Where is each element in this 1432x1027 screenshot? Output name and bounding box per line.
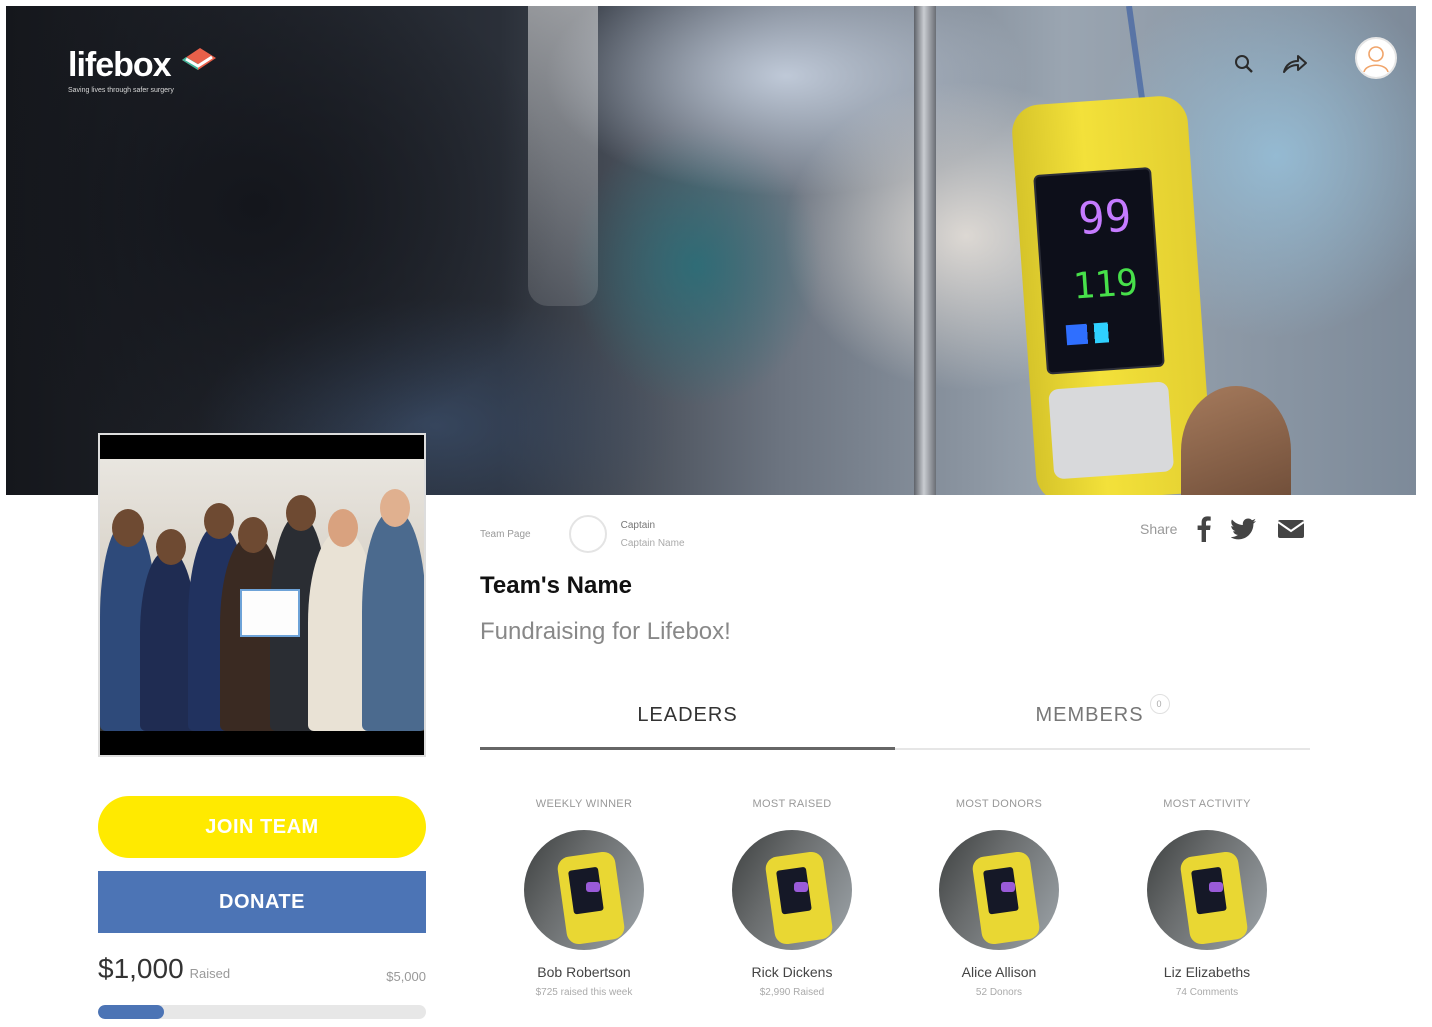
leader-card-most-raised[interactable]: MOST RAISED Rick Dickens $2,990 Raised: [688, 798, 896, 998]
hero-banner: 99 119 lifebox Saving lives through safe…: [6, 6, 1416, 495]
team-page-label: Team Page: [480, 528, 531, 540]
leader-avatar[interactable]: [939, 830, 1059, 950]
leader-avatar-screen: [794, 882, 808, 892]
captain-info: Captain Captain Name: [621, 520, 685, 549]
tab-members-label: MEMBERS: [1035, 704, 1144, 726]
leader-category: MOST RAISED: [752, 798, 832, 810]
twitter-icon[interactable]: [1231, 518, 1257, 540]
oximeter-keypad: [1048, 381, 1175, 480]
progress-fill: [98, 1005, 164, 1019]
leader-avatar[interactable]: [732, 830, 852, 950]
search-icon[interactable]: [1232, 52, 1256, 76]
leader-stat: 52 Donors: [975, 987, 1023, 998]
leader-avatar-device: [556, 850, 626, 946]
certificate: [240, 589, 300, 637]
raised-amount: $1,000: [98, 953, 184, 984]
donate-button[interactable]: DONATE: [98, 871, 426, 933]
leader-avatar-screen: [1209, 882, 1223, 892]
user-avatar-icon[interactable]: [1355, 37, 1397, 79]
oximeter-pulse: 119: [1071, 262, 1140, 308]
captain-title: Captain: [620, 519, 656, 531]
fundraising-summary: $1,000 Raised $5,000: [98, 953, 426, 993]
leader-avatar-device: [1179, 850, 1249, 946]
share-icon[interactable]: [1280, 52, 1308, 76]
leader-name[interactable]: Rick Dickens: [688, 964, 896, 980]
captain-name[interactable]: Captain Name: [621, 538, 685, 549]
leader-name[interactable]: Liz Elizabeths: [1103, 964, 1311, 980]
oximeter-spo2: 99: [1076, 190, 1134, 246]
leader-avatar-device: [971, 850, 1041, 946]
leader-name[interactable]: Bob Robertson: [480, 964, 688, 980]
leader-category: WEEKLY WINNER: [535, 798, 633, 810]
leader-category: MOST ACTIVITY: [1163, 798, 1251, 810]
raised-label: Raised: [189, 966, 231, 981]
leader-stat: $2,990 Raised: [759, 987, 825, 998]
tab-leaders[interactable]: LEADERS: [480, 690, 895, 750]
goal-amount: $5,000: [386, 969, 426, 984]
join-team-button[interactable]: JOIN TEAM: [98, 796, 426, 858]
team-photo-scene: [100, 459, 424, 731]
leader-card-weekly-winner[interactable]: WEEKLY WINNER Bob Robertson $725 raised …: [480, 798, 688, 998]
email-icon[interactable]: [1277, 519, 1305, 539]
leader-avatar-device: [764, 850, 834, 946]
leader-avatar[interactable]: [524, 830, 644, 950]
person-head: [156, 529, 186, 565]
person-head: [380, 489, 410, 527]
leader-name[interactable]: Alice Allison: [895, 964, 1103, 980]
fundraising-progress-bar: [98, 1005, 426, 1019]
iv-pole: [914, 6, 936, 495]
leader-stat: $725 raised this week: [535, 987, 633, 998]
leader-category: MOST DONORS: [955, 798, 1043, 810]
team-subtitle: Fundraising for Lifebox!: [480, 618, 731, 645]
tab-leaders-label: LEADERS: [637, 704, 738, 726]
logo-wordmark: lifebox: [68, 46, 172, 84]
team-photo: [98, 433, 426, 757]
leaders-grid: WEEKLY WINNER Bob Robertson $725 raised …: [480, 798, 1310, 1008]
members-count-badge: 0: [1149, 694, 1170, 714]
lifebox-logo[interactable]: lifebox Saving lives through safer surge…: [68, 46, 216, 94]
oximeter-bars: [1065, 320, 1137, 346]
header-actions: [1232, 52, 1308, 76]
person-head: [238, 517, 268, 553]
user-silhouette-icon: [1363, 46, 1389, 73]
person-head: [204, 503, 234, 539]
iv-drip-bag: [528, 6, 598, 306]
leader-card-most-donors[interactable]: MOST DONORS Alice Allison 52 Donors: [895, 798, 1103, 998]
person-head: [286, 495, 316, 531]
leader-avatar-screen: [1001, 882, 1015, 892]
oximeter-screen: 99 119: [1033, 166, 1165, 375]
leader-card-most-activity[interactable]: MOST ACTIVITY Liz Elizabeths 74 Comments: [1103, 798, 1311, 998]
share-bar: Share: [1140, 516, 1305, 542]
share-label: Share: [1140, 521, 1178, 537]
team-meta: Team Page Captain Captain Name: [480, 515, 685, 553]
person-figure: [362, 511, 424, 731]
captain-avatar[interactable]: [568, 515, 607, 553]
lifebox-logo-icon: [182, 48, 216, 70]
leader-avatar-screen: [586, 882, 600, 892]
logo-tagline: Saving lives through safer surgery: [68, 87, 174, 94]
tab-members[interactable]: MEMBERS 0: [895, 690, 1310, 750]
team-name: Team's Name: [480, 572, 633, 599]
leader-avatar[interactable]: [1147, 830, 1267, 950]
team-tabs: LEADERS MEMBERS 0: [480, 690, 1310, 750]
person-head: [328, 509, 358, 547]
leader-stat: 74 Comments: [1175, 987, 1239, 998]
person-head: [112, 509, 144, 547]
facebook-icon[interactable]: [1197, 516, 1212, 542]
